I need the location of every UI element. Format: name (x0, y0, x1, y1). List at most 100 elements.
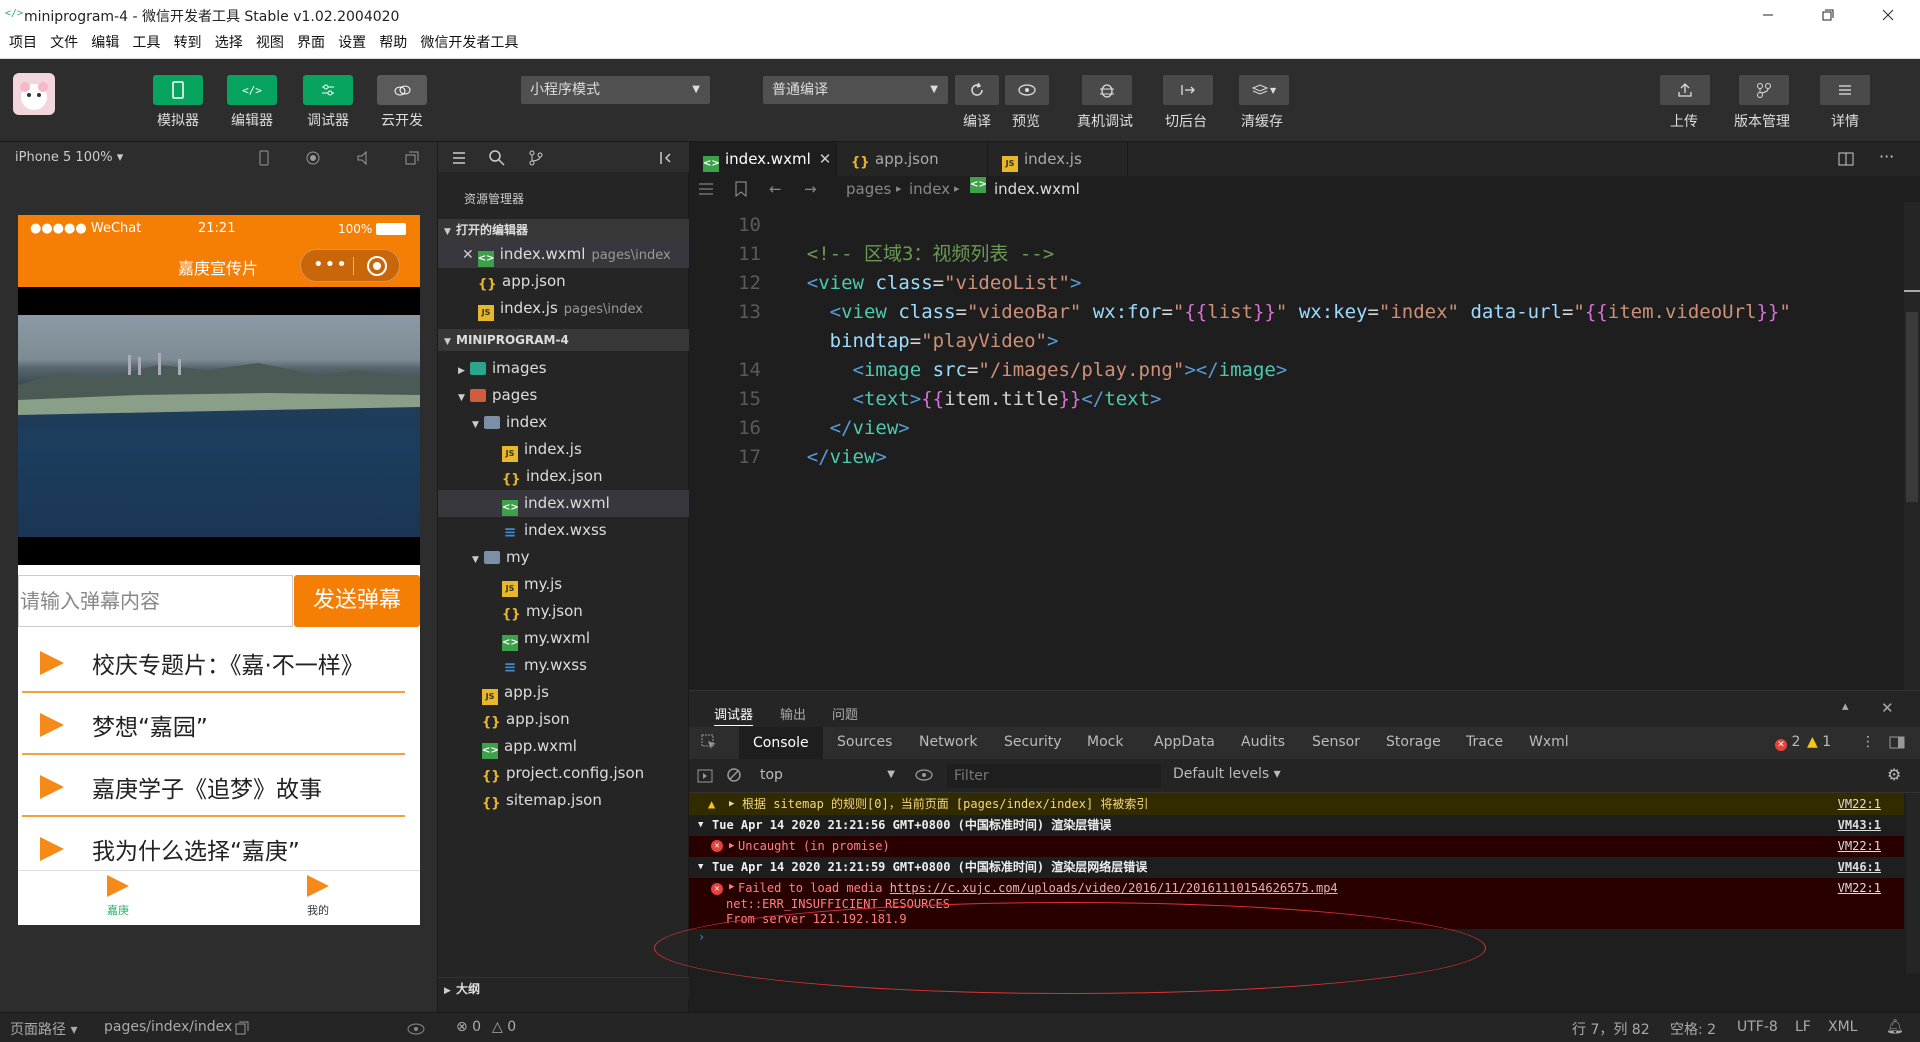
tree-item-index-folder[interactable]: ▼ index (438, 409, 689, 436)
error-count[interactable]: ⊗ 0 (456, 1019, 481, 1035)
tree-item[interactable]: {} index.json (438, 463, 689, 490)
sidebar-toggle-icon[interactable] (697, 768, 713, 784)
compile-mode-select[interactable]: 普通编译 ▼ (763, 76, 948, 104)
tree-item[interactable]: {} app.json (438, 706, 689, 733)
details-button[interactable] (1820, 75, 1870, 105)
line-ending[interactable]: LF (1795, 1019, 1811, 1035)
close-panel-icon[interactable]: ✕ (1881, 699, 1894, 717)
more-icon[interactable]: ⋮ (1861, 734, 1875, 750)
inspect-icon[interactable] (700, 733, 718, 751)
maximize-button[interactable] (1818, 5, 1838, 25)
maximize-panel-icon[interactable]: ▴ (1842, 699, 1849, 714)
bell-icon[interactable]: 🔔︎ (1886, 1019, 1904, 1035)
send-danmu-button[interactable]: 发送弹幕 (294, 575, 420, 627)
menu-select[interactable]: 选择 (215, 29, 243, 57)
split-editor-icon[interactable] (1837, 150, 1855, 168)
warning-count-badge[interactable]: ▲ 1 (1807, 734, 1831, 750)
search-icon[interactable] (488, 149, 506, 167)
close-miniprogram-icon[interactable] (367, 256, 387, 276)
warning-count[interactable]: △ 0 (492, 1019, 516, 1035)
encoding[interactable]: UTF-8 (1737, 1019, 1778, 1035)
tree-item-selected[interactable]: <> index.wxml (438, 490, 689, 517)
debugger-toggle[interactable]: 调试器 (302, 75, 354, 130)
tab-problems[interactable]: 问题 (832, 704, 858, 723)
volume-icon[interactable] (355, 150, 371, 166)
media-url-link[interactable]: https://c.xujc.com/uploads/video/2016/11… (890, 881, 1338, 895)
list-icon[interactable] (697, 181, 715, 197)
tree-item[interactable]: {} sitemap.json (438, 787, 689, 814)
cursor-position[interactable]: 行 7，列 82 (1572, 1019, 1650, 1039)
open-editor-item[interactable]: ✕ <> index.wxml pages\index (438, 241, 689, 268)
menu-settings[interactable]: 设置 (338, 29, 366, 57)
source-link[interactable]: VM22:1 (1838, 836, 1881, 857)
menu-tools[interactable]: 工具 (132, 29, 160, 57)
phone-icon[interactable] (256, 150, 272, 166)
real-device-debug-button[interactable] (1082, 75, 1132, 105)
tab-storage[interactable]: Storage (1386, 734, 1441, 750)
open-editor-item[interactable]: {} app.json (438, 268, 689, 295)
tab-mine[interactable]: 我的 (288, 875, 348, 918)
breadcrumb-index[interactable]: index (909, 176, 950, 202)
console-scrollbar[interactable] (1906, 793, 1920, 973)
menu-project[interactable]: 项目 (9, 29, 37, 57)
gear-icon[interactable]: ⚙ (1887, 765, 1901, 784)
tree-item[interactable]: JS app.js (438, 679, 689, 706)
source-control-icon[interactable] (527, 149, 545, 167)
source-link[interactable]: VM22:1 (1838, 793, 1881, 815)
tab-jiageng[interactable]: 嘉庚 (88, 875, 148, 918)
tab-output[interactable]: 输出 (780, 704, 806, 723)
eye-icon[interactable] (914, 767, 934, 783)
back-icon[interactable]: ← (769, 176, 782, 202)
device-select[interactable]: iPhone 5 100% ▾ (15, 150, 123, 165)
video-player[interactable] (18, 287, 420, 565)
avatar[interactable] (13, 73, 55, 115)
context-select[interactable]: top ▼ (751, 764, 899, 788)
preview-button[interactable] (1005, 75, 1049, 105)
tree-item[interactable]: {} my.json (438, 598, 689, 625)
tab-trace[interactable]: Trace (1466, 734, 1503, 750)
menu-interface[interactable]: 界面 (297, 29, 325, 57)
source-link[interactable]: VM43:1 (1838, 815, 1881, 836)
minimize-button[interactable] (1758, 5, 1778, 25)
page-path[interactable]: pages/index/index (104, 1019, 232, 1035)
menu-help[interactable]: 帮助 (379, 29, 407, 57)
cloud-button[interactable]: 云开发 (376, 75, 428, 130)
tree-item[interactable]: <> my.wxml (438, 625, 689, 652)
compile-button[interactable] (955, 75, 999, 105)
upload-button[interactable] (1660, 75, 1710, 105)
outline-section[interactable]: ▶ 大纲 (438, 977, 689, 999)
danmu-input[interactable]: 请输入弹幕内容 (18, 575, 293, 627)
tab-debugger[interactable]: 调试器 (714, 704, 754, 726)
list-icon[interactable] (450, 149, 468, 167)
record-icon[interactable] (305, 150, 321, 166)
tab-sources[interactable]: Sources (837, 734, 892, 750)
tab-sensor[interactable]: Sensor (1312, 734, 1360, 750)
tab-audits[interactable]: Audits (1241, 734, 1285, 750)
collapse-panel-icon[interactable] (658, 149, 676, 167)
clear-cache-button[interactable]: ▼ (1239, 75, 1289, 105)
page-path-label[interactable]: 页面路径 ▾ (10, 1019, 77, 1039)
tab-index-wxml[interactable]: <> index.wxml ✕ (689, 142, 837, 176)
capsule-menu[interactable]: ••• (300, 249, 400, 282)
bookmark-icon[interactable] (734, 181, 748, 197)
tree-item[interactable]: JS my.js (438, 571, 689, 598)
source-link[interactable]: VM46:1 (1838, 857, 1881, 878)
filter-input[interactable]: Filter (947, 764, 1161, 788)
open-editor-item[interactable]: JS index.js pages\index (438, 295, 689, 322)
dock-icon[interactable] (1889, 735, 1905, 749)
tree-item[interactable]: {} project.config.json (438, 760, 689, 787)
menu-view[interactable]: 视图 (256, 29, 284, 57)
log-levels-select[interactable]: Default levels ▾ (1173, 766, 1281, 782)
more-icon[interactable]: ••• (313, 254, 348, 275)
source-link[interactable]: VM22:1 (1838, 881, 1881, 895)
tree-item-my-folder[interactable]: ▼ my (438, 544, 689, 571)
eye-icon[interactable] (406, 1022, 426, 1036)
tree-item[interactable]: ≡ my.wxss (438, 652, 689, 679)
error-count-badge[interactable]: ✕ 2 (1775, 734, 1800, 751)
menu-file[interactable]: 文件 (50, 29, 78, 57)
close-icon[interactable]: ✕ (462, 247, 474, 263)
tree-item[interactable]: <> app.wxml (438, 733, 689, 760)
indentation[interactable]: 空格: 2 (1670, 1019, 1716, 1039)
breadcrumb-file[interactable]: index.wxml (994, 176, 1080, 202)
editor-toggle[interactable]: </> 编辑器 (226, 75, 278, 130)
